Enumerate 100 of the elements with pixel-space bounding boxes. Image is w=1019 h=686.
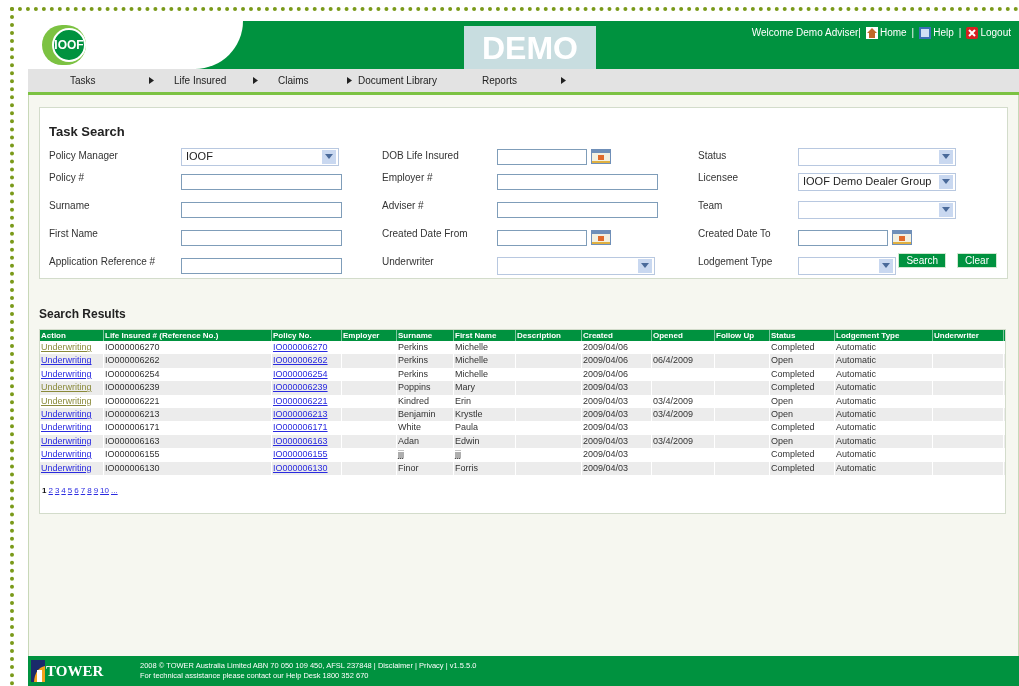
dropdown-field[interactable]: IOOF Demo Dealer Group <box>798 172 956 191</box>
dropdown-field[interactable]: IOOF <box>181 147 339 166</box>
table-cell: 2009/04/06 <box>583 368 629 379</box>
separator: | <box>911 26 915 40</box>
page-link[interactable]: 10 <box>100 484 109 497</box>
table-cell: Completed <box>771 449 815 460</box>
column-header: Opened <box>653 331 683 340</box>
nav-item[interactable]: Claims <box>278 73 309 88</box>
page-link[interactable]: 5 <box>67 484 73 497</box>
table-cell: 2009/04/03 <box>583 382 629 393</box>
section-title: Task Search <box>49 123 126 141</box>
column-header: Action <box>41 331 66 340</box>
row-link[interactable]: Underwriting <box>41 435 92 446</box>
text-field[interactable] <box>181 229 342 246</box>
page-link[interactable]: 9 <box>93 484 99 497</box>
table-cell: jjj <box>398 449 404 460</box>
row-link[interactable]: Underwriting <box>41 408 92 419</box>
form-button[interactable]: Search <box>898 253 947 268</box>
header-link[interactable]: Help <box>919 25 954 40</box>
dropdown-field[interactable] <box>798 200 956 219</box>
date-field[interactable] <box>497 229 587 246</box>
field-label: Team <box>698 198 724 213</box>
table-cell: Michelle <box>455 342 488 352</box>
table-cell: 2009/04/03 <box>583 422 629 433</box>
nav-item[interactable]: Reports <box>482 73 517 88</box>
policy-link[interactable]: IO000006262 <box>273 355 328 366</box>
page-link[interactable]: 6 <box>74 484 79 497</box>
policy-link[interactable]: IO000006239 <box>273 382 328 393</box>
column-header: Description <box>517 331 561 340</box>
table-cell: IO000006155 <box>105 449 160 460</box>
nav-item[interactable]: Tasks <box>70 73 96 88</box>
table-cell: Perkins <box>398 355 428 366</box>
dropdown-field[interactable] <box>497 256 655 275</box>
date-field[interactable] <box>798 229 888 246</box>
table-cell: Edwin <box>455 435 480 446</box>
page-link[interactable]: 1 <box>42 484 47 497</box>
row-link[interactable]: Underwriting <box>41 368 92 379</box>
policy-link[interactable]: IO000006155 <box>273 449 328 460</box>
table-cell: 2009/04/06 <box>583 342 629 352</box>
policy-link[interactable]: IO000006270 <box>273 342 328 352</box>
table-cell: Automatic <box>836 408 877 419</box>
table-cell: 2009/04/03 <box>583 408 629 419</box>
field-label: Employer # <box>382 170 434 185</box>
caret-icon <box>942 179 950 184</box>
table-cell: Automatic <box>836 368 877 379</box>
table-cell: Completed <box>771 342 815 352</box>
submenu-arrow-icon <box>253 77 258 84</box>
table-cell: Automatic <box>836 462 877 473</box>
text-field[interactable] <box>181 173 342 190</box>
header-link[interactable]: Home <box>865 25 907 40</box>
header-link[interactable]: Logout <box>966 25 1011 40</box>
calendar-icon[interactable] <box>591 149 611 164</box>
page-link[interactable]: 8 <box>87 484 92 497</box>
table-cell: Completed <box>771 368 815 379</box>
table-cell: Open <box>771 355 794 366</box>
dropdown-field[interactable] <box>798 147 956 166</box>
table-cell: Automatic <box>836 435 877 446</box>
calendar-icon[interactable] <box>591 230 611 245</box>
policy-link[interactable]: IO000006130 <box>273 462 328 473</box>
table-cell: Completed <box>771 462 815 473</box>
text-field[interactable] <box>497 201 658 218</box>
caret-icon <box>882 263 890 268</box>
policy-link[interactable]: IO000006221 <box>273 395 328 406</box>
nav-item[interactable]: Document Library <box>358 73 437 88</box>
dropdown-field[interactable] <box>798 256 896 275</box>
policy-link[interactable]: IO000006163 <box>273 435 328 446</box>
text-field[interactable] <box>181 257 342 274</box>
nav-item[interactable]: Life Insured <box>174 73 227 88</box>
policy-link[interactable]: IO000006254 <box>273 368 328 379</box>
close-icon <box>966 26 979 39</box>
logo: IOOF <box>52 28 86 62</box>
table-cell: Automatic <box>836 395 877 406</box>
page-link[interactable]: 7 <box>80 484 86 497</box>
policy-link[interactable]: IO000006213 <box>273 408 328 419</box>
separator: | <box>958 26 962 40</box>
date-field[interactable] <box>497 148 587 165</box>
row-link[interactable]: Underwriting <box>41 342 92 352</box>
row-link[interactable]: Underwriting <box>41 422 92 433</box>
table-cell: 06/4/2009 <box>653 355 694 366</box>
text-field[interactable] <box>497 173 658 190</box>
page-link[interactable]: 4 <box>61 484 66 497</box>
row-link[interactable]: Underwriting <box>41 395 92 406</box>
text-field[interactable] <box>181 201 342 218</box>
form-button[interactable]: Clear <box>957 253 997 268</box>
table-cell: Michelle <box>455 368 488 379</box>
row-link[interactable]: Underwriting <box>41 355 92 366</box>
page-link[interactable]: 2 <box>48 484 53 497</box>
page-link[interactable]: ... <box>111 484 118 497</box>
policy-link[interactable]: IO000006171 <box>273 422 328 433</box>
table-cell: 2009/04/03 <box>583 462 629 473</box>
table-cell: Paula <box>455 422 479 433</box>
page-link[interactable]: 3 <box>54 484 60 497</box>
row-link[interactable]: Underwriting <box>41 449 92 460</box>
field-label: Status <box>698 148 728 163</box>
column-header: Follow Up <box>716 331 755 340</box>
table-cell: 2009/04/03 <box>583 435 629 446</box>
row-link[interactable]: Underwriting <box>41 462 92 473</box>
submenu-arrow-icon <box>149 77 154 84</box>
table-cell: IO000006163 <box>105 435 160 446</box>
calendar-icon[interactable] <box>892 230 912 245</box>
